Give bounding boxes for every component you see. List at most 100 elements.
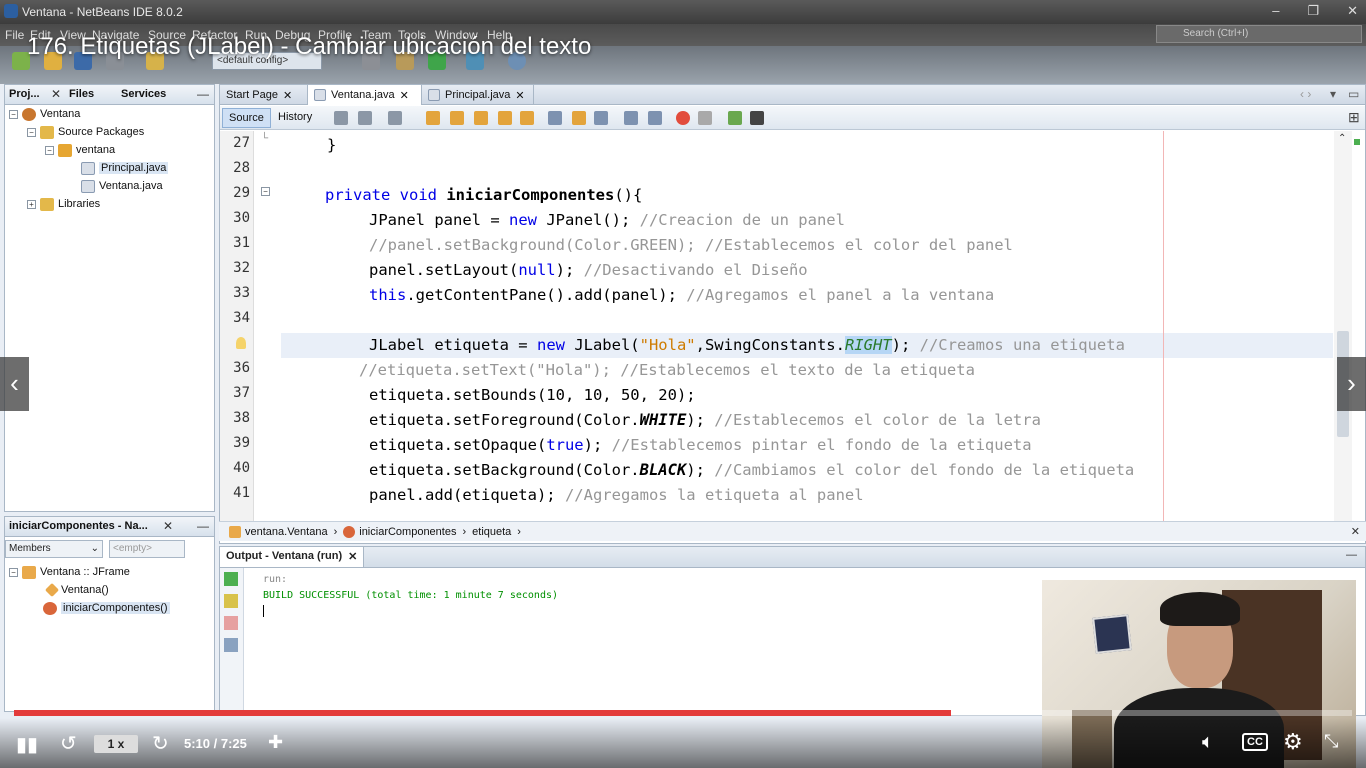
forward-icon[interactable]	[388, 111, 402, 125]
collapse-icon[interactable]: −	[9, 109, 18, 119]
next-bookmark-icon[interactable]	[572, 111, 586, 125]
breadcrumb-class[interactable]: ventana.Ventana	[229, 525, 328, 538]
gear-icon[interactable]: ⚙	[1283, 729, 1303, 755]
add-note-icon[interactable]: ✚	[268, 732, 283, 753]
back-icon[interactable]	[358, 111, 372, 125]
nav-item-method[interactable]: iniciarComponentes()	[43, 599, 170, 617]
last-edit-icon[interactable]	[334, 111, 348, 125]
java-file-icon	[81, 179, 95, 193]
tab-label: Output - Ventana (run)	[226, 550, 343, 562]
tab-services[interactable]: Services	[121, 88, 166, 100]
navigator-tabs: iniciarComponentes - Na... ✕ —	[5, 517, 214, 537]
tab-projects[interactable]: Proj...	[9, 88, 40, 100]
video-progress-bar[interactable]	[14, 710, 1352, 716]
tab-files[interactable]: Files	[69, 88, 94, 100]
tree-item-ventana-java[interactable]: Ventana.java	[81, 177, 163, 195]
tab-start-page[interactable]: Start Page ✕	[220, 85, 308, 105]
code-text[interactable]: } private void iniciarComponentes(){ JPa…	[281, 131, 1333, 521]
line-number: 30	[233, 210, 250, 226]
previous-lecture-button[interactable]: ‹	[0, 357, 29, 411]
diff-icon[interactable]	[728, 111, 742, 125]
tree-item-principal-java[interactable]: Principal.java	[81, 159, 169, 177]
settings-icon[interactable]	[224, 638, 238, 652]
close-icon[interactable]: ✕	[348, 550, 357, 564]
toggle-highlight-icon[interactable]	[520, 111, 534, 125]
line-number: 36	[233, 360, 250, 376]
maximize-icon[interactable]: ❐	[1307, 3, 1319, 19]
chevron-up-icon[interactable]: ⌃	[1338, 133, 1346, 144]
close-icon[interactable]: ✕	[283, 89, 292, 102]
search-input[interactable]: Search (Ctrl+I)	[1156, 25, 1362, 43]
stop-icon[interactable]	[224, 616, 238, 630]
captions-button[interactable]: CC	[1242, 733, 1268, 751]
rerun-icon[interactable]	[224, 572, 238, 586]
close-icon[interactable]: ✕	[400, 89, 409, 102]
rerun-with-params-icon[interactable]	[224, 594, 238, 608]
editor-toolbar: Source History ⊞	[220, 106, 1365, 130]
close-icon[interactable]: ✕	[1347, 3, 1358, 19]
members-filter-select[interactable]: Members ⌄	[5, 540, 103, 558]
find-next-icon[interactable]	[474, 111, 488, 125]
tabs-dropdown-icon[interactable]: ▾	[1330, 87, 1336, 101]
next-lecture-button[interactable]: ›	[1337, 357, 1366, 411]
breadcrumb-method[interactable]: iniciarComponentes	[343, 525, 456, 538]
minimize-icon[interactable]: –	[1272, 3, 1279, 19]
play-pause-icon[interactable]: ▮▮	[16, 732, 38, 757]
find-selection-icon[interactable]	[498, 111, 512, 125]
find-previous-icon[interactable]	[450, 111, 464, 125]
comment-icon[interactable]	[750, 111, 764, 125]
tab-navigator[interactable]: iniciarComponentes - Na...	[9, 520, 148, 532]
menu-file[interactable]: File	[5, 28, 24, 42]
tab-output[interactable]: Output - Ventana (run) ✕	[220, 547, 365, 567]
tab-label: Ventana.java	[331, 89, 395, 101]
forward-icon[interactable]: ↻	[152, 731, 169, 756]
java-file-icon	[428, 89, 440, 101]
stop-macro-icon[interactable]	[698, 111, 712, 125]
toggle-bookmark-icon[interactable]	[594, 111, 608, 125]
close-icon[interactable]: ✕	[163, 519, 173, 533]
minimize-pane-icon[interactable]: —	[197, 519, 209, 533]
empty-filter-select[interactable]: <empty>	[109, 540, 185, 558]
start-macro-icon[interactable]	[676, 111, 690, 125]
collapse-icon[interactable]: −	[45, 145, 54, 155]
shift-left-icon[interactable]	[624, 111, 638, 125]
nav-item-class[interactable]: − Ventana :: JFrame	[9, 563, 130, 581]
fullscreen-icon[interactable]: ⤡	[1324, 731, 1338, 752]
breadcrumb-variable[interactable]: etiqueta	[472, 526, 511, 538]
find-icon[interactable]	[426, 111, 440, 125]
code-line-41: panel.add(etiqueta); //Agregamos la etiq…	[369, 486, 864, 504]
tab-ventana-java[interactable]: Ventana.java ✕	[308, 85, 422, 105]
previous-bookmark-icon[interactable]	[548, 111, 562, 125]
fold-toggle-icon[interactable]: −	[261, 187, 270, 196]
tree-item-libraries[interactable]: + Libraries	[27, 195, 100, 213]
close-icon[interactable]: ✕	[515, 89, 524, 102]
tab-principal-java[interactable]: Principal.java ✕	[422, 85, 534, 105]
editor-vertical-scrollbar[interactable]: ⌃	[1334, 131, 1352, 521]
minimize-pane-icon[interactable]: —	[1346, 549, 1357, 561]
projects-pane-tabs: Proj... ✕ Files Services —	[5, 85, 214, 105]
rewind-icon[interactable]: ↺	[60, 731, 77, 756]
tree-item-ventana-project[interactable]: − Ventana	[9, 105, 80, 123]
playback-speed-button[interactable]: 1 x	[94, 735, 138, 753]
line-number: 32	[233, 260, 250, 276]
tree-item-source-packages[interactable]: − Source Packages	[27, 123, 144, 141]
output-line-run: run:	[263, 574, 288, 585]
nav-item-constructor[interactable]: Ventana()	[44, 581, 109, 599]
close-icon[interactable]: ✕	[1351, 525, 1360, 538]
volume-icon[interactable]: 🔈︎	[1202, 731, 1214, 754]
lightbulb-hint-icon[interactable]	[236, 337, 246, 349]
tree-item-package-ventana[interactable]: − ventana	[45, 141, 115, 159]
collapse-icon[interactable]: −	[27, 127, 36, 137]
collapse-icon[interactable]: −	[9, 567, 18, 577]
restore-window-icon[interactable]: ▭	[1348, 87, 1359, 101]
scroll-tabs-left-icon[interactable]: ‹ ›	[1300, 87, 1311, 101]
split-editor-icon[interactable]: ⊞	[1348, 109, 1360, 126]
expand-icon[interactable]: +	[27, 199, 36, 209]
history-button[interactable]: History	[272, 108, 318, 128]
source-button[interactable]: Source	[222, 108, 271, 128]
minimize-pane-icon[interactable]: —	[197, 87, 209, 101]
poster	[1092, 614, 1132, 654]
close-icon[interactable]: ✕	[51, 87, 61, 101]
shift-right-icon[interactable]	[648, 111, 662, 125]
tree-label: Ventana	[40, 108, 81, 120]
